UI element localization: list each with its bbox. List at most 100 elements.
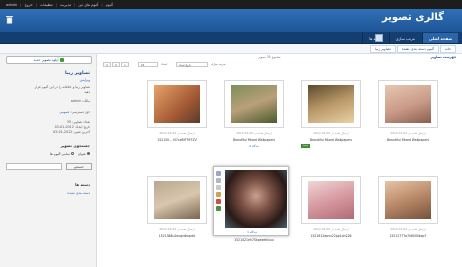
topbar-separator: | [35, 2, 37, 7]
photo-caption[interactable]: Beautiful Mixed Wallpapers [301, 138, 361, 142]
photo-card[interactable]: 2012-01-02 ارسال شده در 1521388u2euqrdkl… [147, 176, 207, 250]
sort-label: مرتب سازی: [211, 62, 227, 66]
radio-icon [87, 152, 90, 155]
photo-caption[interactable]: 1521388u2euqrdklqzkk [147, 234, 207, 238]
category-link[interactable]: دسته بندی نشده [67, 191, 90, 196]
album-title: تصاویر زیبا [65, 71, 90, 76]
radio-title-option[interactable]: عنوان [78, 152, 90, 156]
plus-icon [60, 58, 65, 62]
site-header: گالری تصویر [0, 9, 462, 32]
radio-all-option[interactable]: تمامی آلبوم ها [50, 152, 74, 156]
album-stat: تعداد تصاویر: 35 [66, 120, 90, 124]
page-1[interactable]: 1 [103, 62, 111, 67]
upload-button-label: آپلود تصویر جدید [33, 58, 59, 62]
photo-card[interactable]: 2012-01-02 ارسال شده در 1521277Tq7k8000b… [378, 176, 438, 250]
new-badge: جدید [301, 144, 311, 148]
photo-date: 2012-01-02 ارسال شده در [236, 131, 272, 135]
top-utility-bar: admin | خروج | تنظیمات | مدیریت | آلبوم … [0, 0, 462, 9]
photo-date: 2012-01-02 ارسال شده در [159, 131, 195, 135]
rights-label-text: حق دسترسی: [70, 110, 90, 114]
category-title: دسته ها [75, 182, 90, 187]
album-description-2: دهید [84, 90, 90, 94]
photo-card[interactable]: 2012-01-02 ارسال شده در 1521612dpvv22pp1… [301, 176, 361, 250]
photo-card[interactable]: 2012-01-02 ارسال شده در Beautiful Mixed … [301, 80, 361, 154]
search-input[interactable] [6, 163, 62, 170]
photo-thumbnail[interactable] [301, 176, 361, 224]
photo-caption[interactable]: Beautiful Mixed Wallpapers [224, 138, 284, 142]
topbar-logout[interactable]: خروج [24, 3, 32, 7]
search-title: جستجوی تصویر [60, 143, 90, 148]
rights-value[interactable]: عمومی [59, 110, 69, 114]
album-description: تصاویر زیبا و خلاقانه را در این آلبوم قر… [34, 85, 90, 89]
site-title: گالری تصویر [381, 12, 444, 23]
album-owner: مالک: admin [70, 99, 90, 103]
comment-count[interactable]: 2 دیدگاه [224, 144, 284, 148]
per-page-select[interactable]: 21 [138, 62, 158, 67]
photo-thumbnail[interactable] [378, 80, 438, 128]
photo-card[interactable]: 2012-01-02 ارسال شده در 152150... IS7czf… [147, 80, 207, 154]
photo-date: 2012-01-02 ارسال شده در [313, 227, 349, 231]
topbar-admin[interactable]: مدیریت [60, 3, 71, 7]
page-title: فهرست تصاویر [430, 55, 456, 59]
rotate-icon[interactable] [216, 178, 221, 183]
topbar-settings[interactable]: تنظیمات [40, 3, 53, 7]
photo-thumbnail[interactable] [378, 176, 438, 224]
album-stat: تاریخ ایجاد: 2012-01-03 [54, 125, 90, 129]
upload-button[interactable]: آپلود تصویر جدید [6, 56, 92, 64]
breadcrumb-home[interactable]: خانه [439, 45, 456, 53]
page-2[interactable]: 2 [112, 62, 120, 67]
crop-icon[interactable] [216, 185, 221, 190]
search-button[interactable]: جستجو [66, 163, 92, 170]
breadcrumb-uncategorized[interactable]: آلبوم دسته بندی نشده [396, 45, 439, 53]
photo-thumbnail[interactable] [301, 80, 361, 128]
photo-card[interactable]: 2012-01-02 ارسال شده در Beautiful Mixed … [378, 80, 438, 154]
comment-count[interactable]: 1 دیدگاه [214, 230, 290, 234]
rights-label: حق دسترسی: عمومی [59, 110, 90, 115]
radio-icon [70, 152, 74, 155]
tab-categories[interactable]: دسته ها [362, 33, 387, 43]
photo-card[interactable]: 2012-01-02 ارسال شده در Beautiful Mixed … [224, 80, 284, 154]
topbar-separator: | [20, 2, 22, 7]
photo-date: 2012-01-02 ارسال شده در [390, 131, 426, 135]
edit-icon[interactable] [216, 171, 221, 176]
topbar-user[interactable]: admin [6, 3, 17, 7]
photo-tools [216, 171, 223, 211]
radio-title-label: عنوان [77, 152, 86, 156]
tab-home[interactable]: صفحه اصلی [421, 33, 458, 43]
move-icon[interactable] [216, 206, 221, 211]
edit-album-link[interactable]: ویرایش [80, 78, 90, 83]
pagination: 1 2 » [103, 62, 129, 67]
sort-select[interactable]: تاریخ ایجاد [176, 62, 208, 67]
photo-hover-preview[interactable]: 1 دیدگاه [213, 166, 289, 236]
photo-thumbnail[interactable] [147, 176, 207, 224]
album-stat: آخرین تغییر: 2012-01-03 [53, 130, 90, 134]
delete-icon[interactable] [216, 199, 221, 204]
breadcrumb-album[interactable]: تصاویر زیبا [370, 45, 396, 53]
photo-count: مجموع 35 تصویر [258, 55, 281, 59]
topbar-separator: | [101, 2, 103, 7]
topbar-separator: | [55, 2, 57, 7]
photo-date: 2012-01-02 ارسال شده در [313, 131, 349, 135]
preview-image[interactable] [225, 170, 287, 228]
tab-sort[interactable]: مرتب سازی [388, 33, 421, 43]
photo-caption[interactable]: 1521277Tq7k8000bxp7 [378, 234, 438, 238]
sidebar: آپلود تصویر جدید تصاویر زیبا ویرایش تصاو… [0, 54, 97, 267]
photo-caption[interactable]: 152150... IS7czfNF7ff7ZV [147, 138, 207, 142]
page-next[interactable]: » [121, 62, 129, 67]
per-page-label: تعداد: [161, 62, 168, 66]
breadcrumb: خانه آلبوم دسته بندی نشده تصاویر زیبا [0, 44, 462, 54]
topbar-album[interactable]: آلبوم [106, 3, 113, 7]
topbar-separator: | [74, 2, 76, 7]
photo-thumbnail[interactable] [224, 80, 284, 128]
topbar-my-albums[interactable]: آلبوم های من [78, 3, 98, 7]
photo-caption[interactable]: 1521421eh7Xkpeeeklxuu [224, 238, 284, 242]
trash-icon[interactable] [5, 14, 14, 24]
radio-all-label: تمامی آلبوم ها [50, 152, 70, 156]
photo-date: 2012-01-02 ارسال شده در [159, 227, 195, 231]
main-nav: صفحه اصلی مرتب سازی دسته ها [0, 32, 462, 44]
photo-caption[interactable]: Beautiful Mixed Wallpapers [378, 138, 438, 142]
photo-thumbnail[interactable] [147, 80, 207, 128]
photo-caption[interactable]: 1521612dpvv22pp1dn226 [301, 234, 361, 238]
star-icon[interactable] [216, 192, 221, 197]
search-scope: عنوان تمامی آلبوم ها [50, 152, 90, 156]
